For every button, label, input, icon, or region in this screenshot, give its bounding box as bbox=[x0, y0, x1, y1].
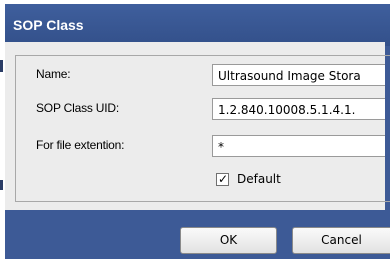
sop-class-uid-field[interactable]: 1.2.840.10008.5.1.4.1. bbox=[212, 98, 385, 120]
default-checkbox[interactable]: ✓ bbox=[216, 172, 229, 186]
file-extension-field[interactable]: * bbox=[212, 135, 385, 157]
left-edge-marker bbox=[0, 60, 3, 72]
default-checkbox-label[interactable]: Default bbox=[237, 172, 281, 186]
left-edge-marker bbox=[0, 180, 3, 190]
ok-button[interactable]: OK bbox=[180, 227, 277, 254]
dialog-titlebar[interactable]: SOP Class bbox=[5, 4, 390, 46]
dialog-title: SOP Class bbox=[13, 17, 84, 33]
cancel-button[interactable]: Cancel bbox=[292, 227, 390, 254]
file-extension-label: For file extention: bbox=[36, 138, 125, 152]
name-field[interactable]: Ultrasound Image Stora bbox=[212, 64, 385, 86]
sop-class-uid-label: SOP Class UID: bbox=[36, 101, 119, 115]
name-label: Name: bbox=[36, 67, 71, 81]
checkmark-icon: ✓ bbox=[218, 172, 229, 186]
